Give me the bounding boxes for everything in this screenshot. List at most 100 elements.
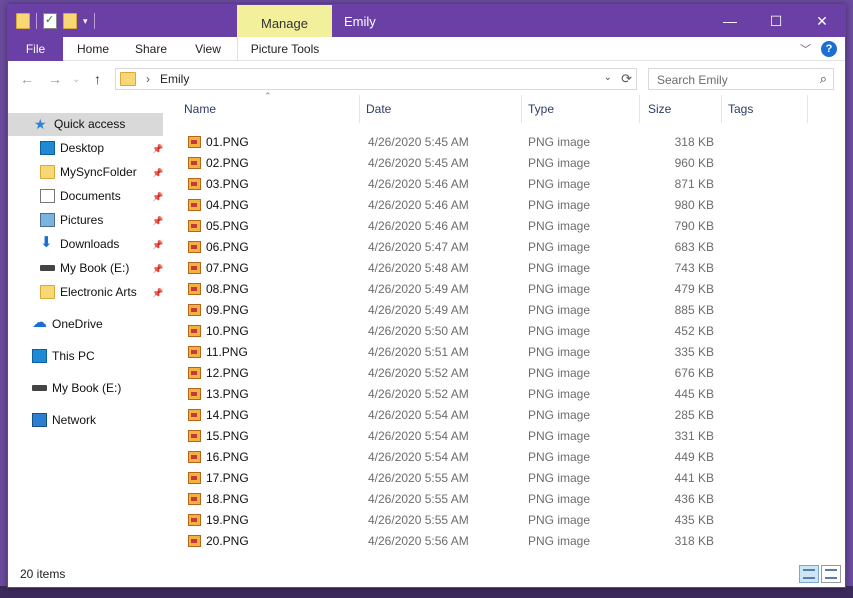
search-input[interactable]: Search Emily ⌕ [648,68,834,90]
pin-icon[interactable]: 📌 [152,264,163,275]
file-row[interactable]: 16.PNG 4/26/2020 5:54 AM PNG image 449 KB [178,447,738,468]
file-row[interactable]: 02.PNG 4/26/2020 5:45 AM PNG image 960 KB [178,153,738,174]
nav-item-pictures[interactable]: Pictures [40,209,168,231]
tab-picture-tools[interactable]: Picture Tools [237,37,332,61]
large-icons-view-button[interactable] [821,565,841,583]
file-row[interactable]: 09.PNG 4/26/2020 5:49 AM PNG image 885 KB [178,300,738,321]
file-row[interactable]: 13.PNG 4/26/2020 5:52 AM PNG image 445 KB [178,384,738,405]
column-header-type[interactable]: Type [522,95,640,123]
nav-item-electronic-arts[interactable]: Electronic Arts [40,281,168,303]
png-file-icon [188,199,201,211]
file-row[interactable]: 08.PNG 4/26/2020 5:49 AM PNG image 479 KB [178,279,738,300]
address-dropdown-chevron-icon[interactable]: ⌄ [604,72,612,83]
file-name: 20.PNG [206,534,249,548]
pin-icon[interactable]: 📌 [152,144,163,155]
new-folder-icon[interactable] [63,13,77,29]
file-row[interactable]: 12.PNG 4/26/2020 5:52 AM PNG image 676 KB [178,363,738,384]
tab-view[interactable]: View [186,37,230,61]
file-row[interactable]: 14.PNG 4/26/2020 5:54 AM PNG image 285 KB [178,405,738,426]
file-type: PNG image [528,135,591,149]
file-type: PNG image [528,177,591,191]
file-size: 479 KB [674,282,714,296]
expand-ribbon-chevron-icon[interactable]: ﹀ [800,41,811,57]
file-name: 18.PNG [206,492,249,506]
file-row[interactable]: 20.PNG 4/26/2020 5:56 AM PNG image 318 KB [178,531,738,552]
column-header-tags[interactable]: Tags [722,95,808,123]
column-header-name[interactable]: Name [178,95,360,123]
recent-locations-chevron-icon[interactable]: ⌄ [72,74,80,85]
file-name: 15.PNG [206,429,249,443]
file-date: 4/26/2020 5:51 AM [368,345,469,359]
tab-share[interactable]: Share [128,37,174,61]
tab-file[interactable]: File [8,37,63,61]
file-row[interactable]: 17.PNG 4/26/2020 5:55 AM PNG image 441 KB [178,468,738,489]
file-row[interactable]: 06.PNG 4/26/2020 5:47 AM PNG image 683 KB [178,237,738,258]
file-row[interactable]: 11.PNG 4/26/2020 5:51 AM PNG image 335 KB [178,342,738,363]
column-headers: ⌃ Name Date Type Size Tags [178,91,838,123]
pin-icon[interactable]: 📌 [152,288,163,299]
file-name: 17.PNG [206,471,249,485]
png-file-icon [188,262,201,274]
nav-item-downloads[interactable]: ⬇ Downloads [40,233,168,255]
file-name: 13.PNG [206,387,249,401]
folder-icon[interactable] [16,13,30,29]
minimize-button[interactable]: — [707,5,753,37]
tab-manage[interactable]: Manage [237,5,332,37]
file-row[interactable]: 18.PNG 4/26/2020 5:55 AM PNG image 436 KB [178,489,738,510]
customize-toolbar-chevron-icon[interactable]: ▾ [83,16,88,27]
forward-arrow-icon[interactable]: → [48,71,62,87]
png-file-icon [188,346,201,358]
pin-icon[interactable]: 📌 [152,168,163,179]
properties-icon[interactable] [43,13,57,29]
file-type: PNG image [528,303,591,317]
title-bar: ▾ Manage Emily — ☐ ✕ [8,5,845,37]
file-row[interactable]: 03.PNG 4/26/2020 5:46 AM PNG image 871 KB [178,174,738,195]
file-row[interactable]: 01.PNG 4/26/2020 5:45 AM PNG image 318 KB [178,132,738,153]
nav-item-mysyncfolder[interactable]: MySyncFolder [40,161,168,183]
downloads-icon: ⬇ [40,234,53,251]
column-header-date[interactable]: Date [360,95,522,123]
file-date: 4/26/2020 5:54 AM [368,408,469,422]
png-file-icon [188,178,201,190]
refresh-icon[interactable]: ⟳ [621,71,632,87]
file-date: 4/26/2020 5:49 AM [368,282,469,296]
file-row[interactable]: 07.PNG 4/26/2020 5:48 AM PNG image 743 KB [178,258,738,279]
nav-item-desktop[interactable]: Desktop [40,137,168,159]
address-bar[interactable]: › Emily ⌄ ⟳ [115,68,637,90]
breadcrumb-chevron-icon[interactable]: › [146,72,150,86]
file-row[interactable]: 15.PNG 4/26/2020 5:54 AM PNG image 331 KB [178,426,738,447]
nav-item-label: Quick access [54,117,126,131]
pin-icon[interactable]: 📌 [152,240,163,251]
file-size: 435 KB [674,513,714,527]
png-file-icon [188,304,201,316]
file-row[interactable]: 19.PNG 4/26/2020 5:55 AM PNG image 435 KB [178,510,738,531]
tab-home[interactable]: Home [68,37,118,61]
nav-item-label: OneDrive [52,317,103,331]
search-icon[interactable]: ⌕ [820,71,827,87]
back-arrow-icon[interactable]: ← [20,71,34,87]
breadcrumb-current[interactable]: Emily [160,72,189,86]
up-arrow-icon[interactable]: ↑ [94,71,101,87]
maximize-button[interactable]: ☐ [753,5,799,37]
file-size: 871 KB [674,177,714,191]
details-view-button[interactable] [799,565,819,583]
column-header-size[interactable]: Size [642,95,722,123]
nav-item-label: Desktop [60,141,105,155]
quick-access-toolbar: ▾ [16,13,95,29]
file-row[interactable]: 10.PNG 4/26/2020 5:50 AM PNG image 452 KB [178,321,738,342]
documents-icon [40,189,55,203]
nav-item-documents[interactable]: Documents [40,185,168,207]
close-button[interactable]: ✕ [799,5,845,37]
file-date: 4/26/2020 5:48 AM [368,261,469,275]
pin-icon[interactable]: 📌 [152,192,163,203]
file-row[interactable]: 04.PNG 4/26/2020 5:46 AM PNG image 980 KB [178,195,738,216]
nav-item-my-book[interactable]: My Book (E:) [40,257,168,279]
file-date: 4/26/2020 5:46 AM [368,198,469,212]
file-date: 4/26/2020 5:52 AM [368,366,469,380]
help-icon[interactable]: ? [821,41,837,57]
file-type: PNG image [528,471,591,485]
file-type: PNG image [528,261,591,275]
pin-icon[interactable]: 📌 [152,216,163,227]
file-row[interactable]: 05.PNG 4/26/2020 5:46 AM PNG image 790 KB [178,216,738,237]
file-type: PNG image [528,429,591,443]
